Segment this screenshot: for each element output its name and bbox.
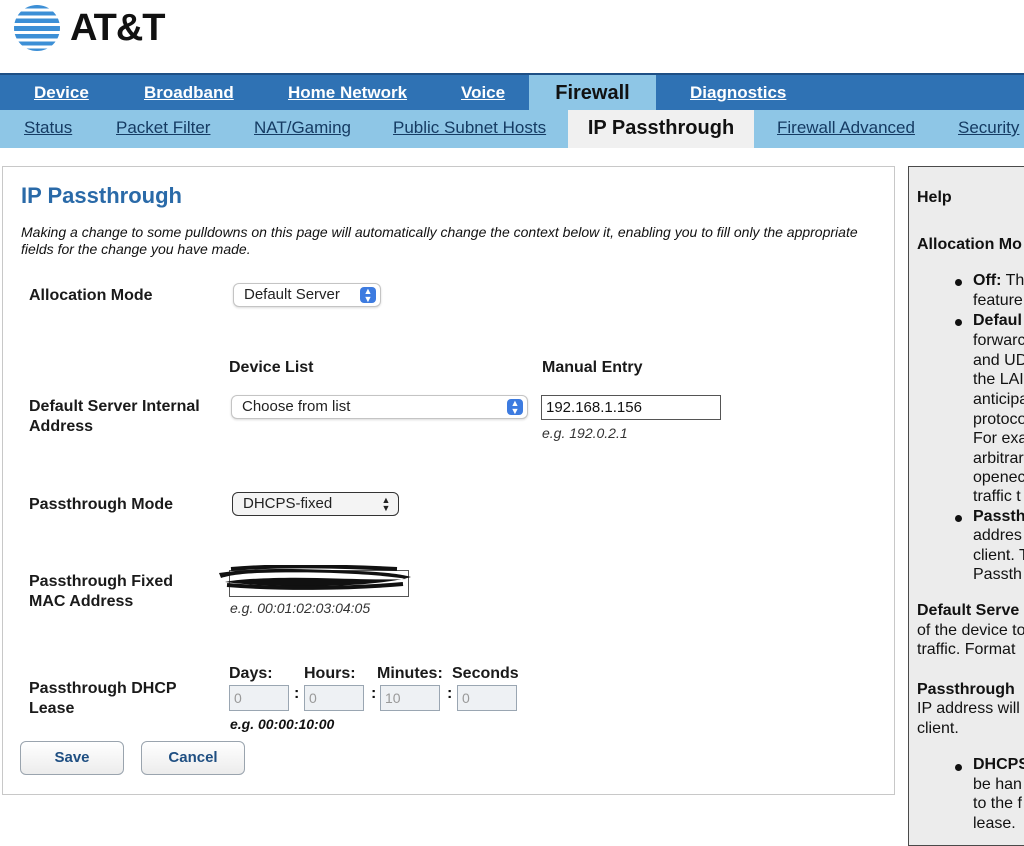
lease-hours-input[interactable] — [304, 685, 364, 711]
device-list-select[interactable]: Choose from list ▲ ▼ — [231, 395, 528, 419]
lease-hint: e.g. 00:00:10:00 — [230, 716, 335, 732]
help-text-line: traffic t — [973, 488, 1021, 505]
subnav-ip-passthrough[interactable]: IP Passthrough — [568, 110, 754, 148]
nav-home-network[interactable]: Home Network — [288, 75, 407, 112]
help-text-line: of the device to — [917, 622, 1024, 639]
help-text-line: protoco — [973, 411, 1024, 428]
manual-entry-input[interactable] — [541, 395, 721, 420]
mac-address-hint: e.g. 00:01:02:03:04:05 — [230, 600, 371, 616]
secondary-nav: Status Packet Filter NAT/Gaming Public S… — [0, 110, 1024, 148]
page-title: IP Passthrough — [21, 183, 182, 208]
help-dhcps-term: DHCPS — [973, 756, 1024, 773]
help-off-item: Off: Th — [973, 272, 1024, 289]
help-text-line: anticipa — [973, 391, 1024, 408]
bullet-icon — [955, 515, 962, 522]
chevron-updown-icon: ▲ ▼ — [381, 495, 391, 513]
subnav-packet-filter[interactable]: Packet Filter — [116, 110, 210, 148]
subnav-nat-gaming[interactable]: NAT/Gaming — [254, 110, 351, 148]
cancel-button[interactable]: Cancel — [141, 741, 245, 775]
help-text-line: be han — [973, 776, 1022, 793]
help-allocation-heading: Allocation Mo — [917, 236, 1022, 253]
att-logo[interactable]: AT&T — [12, 0, 165, 56]
manual-entry-hint: e.g. 192.0.2.1 — [542, 425, 628, 441]
passthrough-mode-select[interactable]: DHCPS-fixed ▲ ▼ — [232, 492, 399, 516]
help-text-line: and UD — [973, 352, 1024, 369]
help-text-line: lease. — [973, 815, 1016, 832]
main-panel: IP Passthrough Making a change to some p… — [2, 166, 895, 795]
save-button[interactable]: Save — [20, 741, 124, 775]
help-text-line: IP address will — [917, 700, 1020, 717]
bullet-icon — [955, 279, 962, 286]
help-title: Help — [917, 189, 952, 206]
help-panel: Help Allocation Mo Off: Th feature Defau… — [908, 166, 1024, 846]
lease-minutes-header: Minutes: — [377, 665, 443, 682]
help-text-line: to the f — [973, 795, 1022, 812]
passthrough-mode-value: DHCPS-fixed — [243, 495, 333, 512]
chevron-updown-icon: ▲ ▼ — [360, 287, 376, 304]
help-text-line: openec — [973, 469, 1024, 486]
nav-firewall[interactable]: Firewall — [529, 75, 656, 112]
lease-hours-header: Hours: — [304, 665, 356, 682]
allocation-mode-select[interactable]: Default Server ▲ ▼ — [233, 283, 381, 307]
chevron-updown-icon: ▲ ▼ — [507, 399, 523, 416]
allocation-mode-label: Allocation Mode — [29, 287, 153, 304]
nav-broadband[interactable]: Broadband — [144, 75, 234, 112]
bullet-icon — [955, 764, 962, 771]
help-text-line: client. — [917, 720, 959, 737]
lease-seconds-input[interactable] — [457, 685, 517, 711]
help-text-line: addres — [973, 527, 1022, 544]
help-text-line: arbitrar — [973, 450, 1024, 467]
help-default-server-heading: Default Serve — [917, 602, 1020, 619]
lease-separator: : — [294, 685, 300, 702]
dhcp-lease-label: Passthrough DHCP Lease — [29, 680, 177, 717]
allocation-mode-value: Default Server — [244, 286, 340, 303]
help-passthrough-heading: Passthrough — [917, 681, 1015, 698]
redaction-scribble — [219, 565, 411, 590]
lease-days-header: Days: — [229, 665, 273, 682]
help-text-line: For exa — [973, 430, 1024, 447]
help-text-line: Passth — [973, 566, 1022, 583]
help-passthrough-term: Passth — [973, 508, 1024, 525]
bullet-icon — [955, 319, 962, 326]
help-text-line: forwarc — [973, 332, 1024, 349]
manual-entry-header: Manual Entry — [542, 359, 643, 376]
subnav-status[interactable]: Status — [24, 110, 72, 148]
nav-voice[interactable]: Voice — [461, 75, 505, 112]
nav-device[interactable]: Device — [34, 75, 89, 112]
help-text-line: traffic. Format — [917, 641, 1016, 658]
help-text-line: client. T — [973, 547, 1024, 564]
intro-text: Making a change to some pulldowns on thi… — [21, 224, 858, 257]
lease-separator: : — [447, 685, 453, 702]
lease-days-input[interactable] — [229, 685, 289, 711]
lease-seconds-header: Seconds — [452, 665, 519, 682]
default-server-label: Default Server Internal Address — [29, 398, 200, 435]
subnav-public-subnet-hosts[interactable]: Public Subnet Hosts — [393, 110, 546, 148]
device-list-value: Choose from list — [242, 398, 351, 415]
lease-separator: : — [371, 685, 377, 702]
primary-nav: Device Broadband Home Network Voice Fire… — [0, 73, 1024, 112]
passthrough-mac-label: Passthrough Fixed MAC Address — [29, 573, 174, 610]
nav-diagnostics[interactable]: Diagnostics — [690, 75, 786, 112]
subnav-firewall-advanced[interactable]: Firewall Advanced — [777, 110, 915, 148]
help-text-line: the LAI — [973, 371, 1024, 388]
subnav-security[interactable]: Security — [958, 110, 1019, 148]
att-globe-icon — [14, 5, 60, 51]
lease-minutes-input[interactable] — [380, 685, 440, 711]
brand-name: AT&T — [70, 7, 165, 49]
device-list-header: Device List — [229, 359, 314, 376]
help-text-line: feature — [973, 292, 1023, 309]
passthrough-mode-label: Passthrough Mode — [29, 496, 174, 513]
help-default-term: Defaul — [973, 312, 1022, 329]
